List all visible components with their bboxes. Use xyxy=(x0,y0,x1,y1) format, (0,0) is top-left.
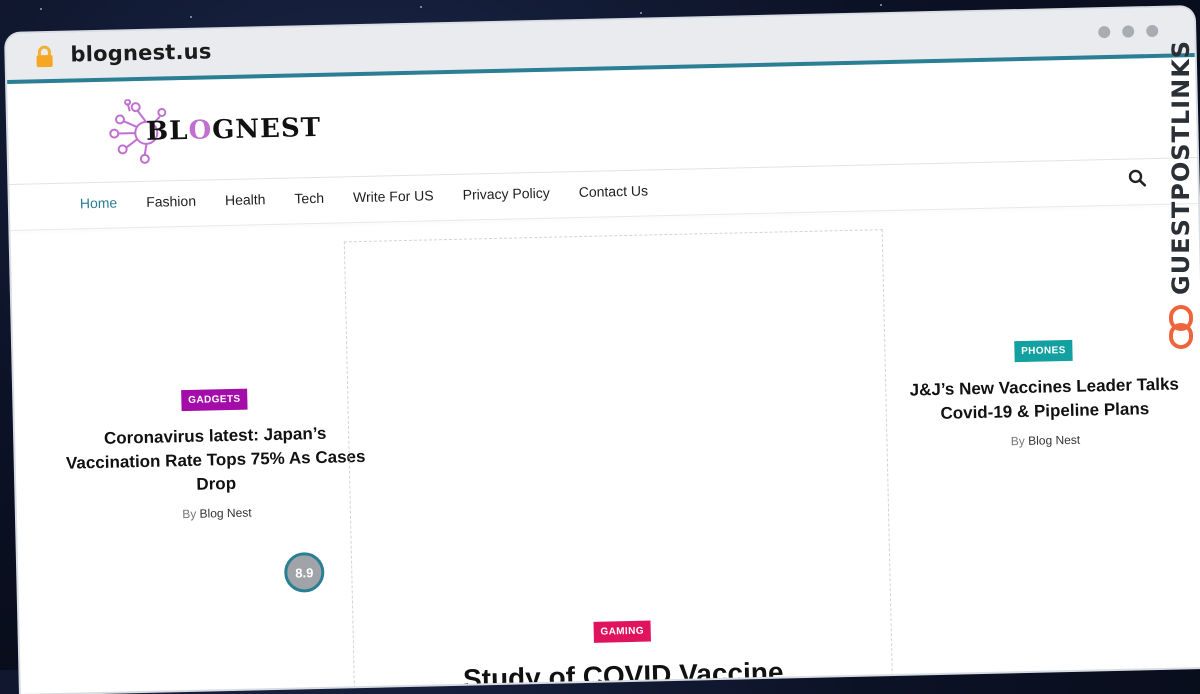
byline-prefix: By xyxy=(1011,434,1025,448)
featured-post: GAMING Study of COVID Vaccine xyxy=(344,229,893,694)
nav-item-privacy-policy[interactable]: Privacy Policy xyxy=(462,185,549,203)
post-author[interactable]: Blog Nest xyxy=(1028,433,1080,448)
category-badge[interactable]: PHONES xyxy=(1014,340,1073,362)
post-title[interactable]: J&J’s New Vaccines Leader Talks Covid-19… xyxy=(894,372,1195,427)
window-dot[interactable] xyxy=(1122,25,1134,37)
star xyxy=(420,6,422,8)
logo-wordmark: BLOGNEST xyxy=(146,113,321,147)
byline-prefix: By xyxy=(182,507,196,521)
post-card: GAMING Study of COVID Vaccine xyxy=(354,615,892,694)
post-byline: By Blog Nest xyxy=(67,503,367,524)
category-badge[interactable]: GAMING xyxy=(593,621,651,643)
star xyxy=(640,12,642,14)
category-badge[interactable]: GADGETS xyxy=(181,389,248,411)
chain-link-icon xyxy=(1167,305,1195,349)
nav-item-write-for-us[interactable]: Write For US xyxy=(353,187,434,205)
window-dot[interactable] xyxy=(1146,25,1158,37)
star xyxy=(880,4,882,6)
main-nav: Home Fashion Health Tech Write For US Pr… xyxy=(80,182,677,212)
site-logo[interactable]: BLOGNEST xyxy=(108,95,299,165)
post-author[interactable]: Blog Nest xyxy=(199,506,251,521)
review-score-badge: 8.9 xyxy=(284,552,325,593)
logo-text-part: GNEST xyxy=(212,113,322,145)
nav-item-home[interactable]: Home xyxy=(80,195,118,212)
post-byline: By Blog Nest xyxy=(895,430,1195,451)
browser-window: blognest.us BLOGNEST Home Fashion Hea xyxy=(6,7,1200,694)
window-dot[interactable] xyxy=(1098,26,1110,38)
post-card: GADGETS Coronavirus latest: Japan’s Vacc… xyxy=(64,386,367,524)
post-title[interactable]: Coronavirus latest: Japan’s Vaccination … xyxy=(65,421,367,500)
search-icon[interactable] xyxy=(1127,168,1147,188)
nav-item-tech[interactable]: Tech xyxy=(294,190,324,207)
nav-item-fashion[interactable]: Fashion xyxy=(146,193,196,210)
post-card: PHONES J&J’s New Vaccines Leader Talks C… xyxy=(893,337,1195,451)
lock-icon xyxy=(34,45,54,67)
logo-text-part: O xyxy=(188,115,212,146)
star xyxy=(40,8,42,10)
nav-item-health[interactable]: Health xyxy=(225,191,266,208)
window-controls xyxy=(1098,25,1158,38)
nav-item-contact-us[interactable]: Contact Us xyxy=(579,182,649,200)
post-title[interactable]: Study of COVID Vaccine xyxy=(354,654,892,694)
address-bar-url[interactable]: blognest.us xyxy=(70,39,212,66)
watermark-text: GUESTPOSTLINKS xyxy=(1163,55,1199,295)
star xyxy=(190,16,192,18)
logo-text-part: BL xyxy=(146,116,189,147)
guestpostlinks-watermark: GUESTPOSTLINKS xyxy=(1163,55,1199,355)
browser-toolbar: blognest.us xyxy=(6,7,1195,84)
